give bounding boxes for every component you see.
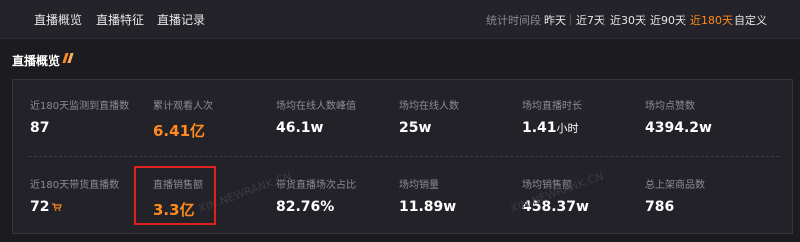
shopping-cart-icon (52, 203, 63, 211)
range-divider (683, 14, 684, 25)
tab-live-features[interactable]: 直播特征 (96, 11, 144, 28)
metric-selling-ratio: 带货直播场次占比 82.76% (276, 176, 396, 215)
metric-total-views: 累计观看人次 6.41亿 (153, 97, 273, 141)
period-label: 统计时间段 (486, 14, 541, 27)
metric-value: 786 (645, 199, 675, 215)
range-90-days[interactable]: 近90天 (650, 12, 686, 28)
range-divider (570, 14, 571, 25)
metric-number: 1.41 (522, 120, 557, 136)
tab-live-overview[interactable]: 直播概览 (34, 11, 82, 28)
metric-label: 近180天带货直播数 (30, 180, 120, 191)
metric-value: 6.41亿 (153, 122, 206, 140)
metric-value: 25w (399, 120, 432, 136)
metric-avg-likes: 场均点赞数 4394.2w (645, 97, 765, 136)
tab-live-records[interactable]: 直播记录 (157, 11, 205, 28)
metric-label: 带货直播场次占比 (276, 180, 356, 191)
section-header: 直播概览 (12, 50, 74, 68)
metric-label: 总上架商品数 (645, 180, 705, 191)
metric-avg-duration: 场均直播时长 1.41小时 (522, 97, 642, 136)
metric-selling-lives: 近180天带货直播数 72 (30, 176, 150, 215)
metric-label: 累计观看人次 (153, 101, 213, 112)
metric-unit: 小时 (556, 122, 579, 135)
metric-label: 场均直播时长 (522, 101, 582, 112)
metric-label: 场均在线人数 (399, 101, 459, 112)
metric-value: 82.76% (276, 199, 335, 215)
metric-label: 场均销量 (399, 180, 439, 191)
metric-total-products: 总上架商品数 786 (645, 176, 765, 215)
metric-label: 场均点赞数 (645, 101, 695, 112)
metric-label: 近180天监测到直播数 (30, 101, 130, 112)
range-divider (603, 14, 604, 25)
metric-avg-volume: 场均销量 11.89w (399, 176, 519, 215)
range-180-days[interactable]: 近180天 (690, 12, 733, 28)
metric-value: 87 (30, 120, 50, 136)
section-title: 直播概览 (12, 54, 61, 68)
top-navigation-bar: 直播概览 直播特征 直播记录 统计时间段 昨天 近7天 近30天 近90天 近1… (0, 0, 800, 39)
highlight-box (134, 166, 216, 225)
overview-panel: 近180天监测到直播数 87 累计观看人次 6.41亿 场均在线人数峰值 46.… (12, 79, 793, 234)
metric-value: 46.1w (276, 120, 324, 136)
range-divider (643, 14, 644, 25)
range-7-days[interactable]: 近7天 (576, 12, 605, 28)
metric-avg-peak-online: 场均在线人数峰值 46.1w (276, 97, 396, 136)
dashed-divider (29, 156, 779, 157)
range-yesterday[interactable]: 昨天 (544, 12, 566, 28)
metric-value: 1.41小时 (522, 120, 642, 136)
metric-number: 72 (30, 199, 50, 215)
metric-label: 场均在线人数峰值 (276, 101, 356, 112)
metric-value: 72 (30, 199, 150, 215)
range-30-days[interactable]: 近30天 (610, 12, 646, 28)
metric-value: 11.89w (399, 199, 457, 215)
metric-avg-online: 场均在线人数 25w (399, 97, 519, 136)
range-custom[interactable]: 自定义 (734, 12, 767, 28)
metric-monitored-lives: 近180天监测到直播数 87 (30, 97, 150, 136)
metric-value: 4394.2w (645, 120, 712, 136)
